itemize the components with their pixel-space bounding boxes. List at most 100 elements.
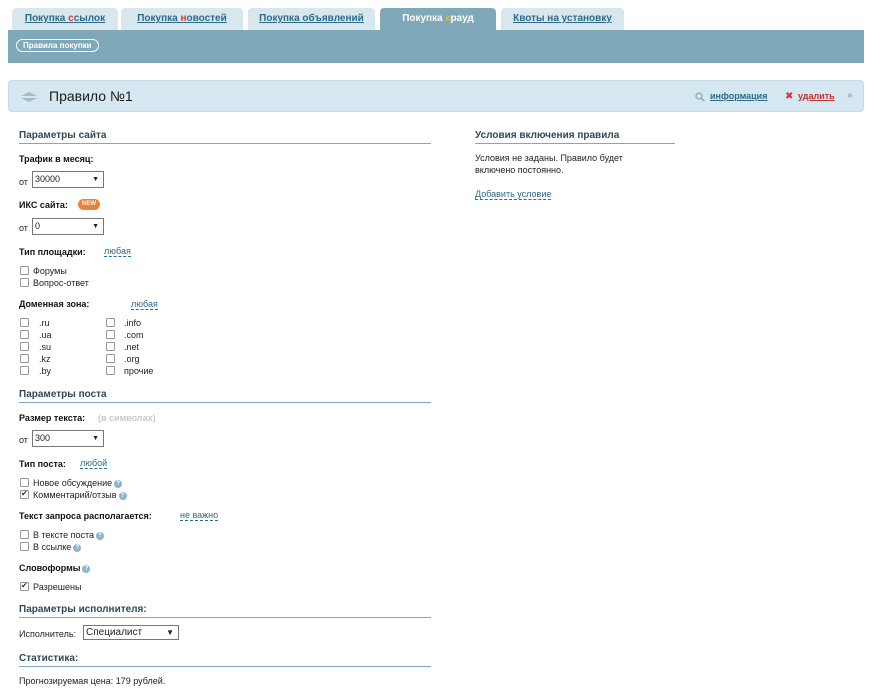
domain-net-checkbox[interactable] [106, 342, 115, 351]
domain-org-checkbox[interactable] [106, 354, 115, 363]
post-params-section-title: Параметры поста [19, 389, 431, 403]
domain-ru-checkbox[interactable] [20, 318, 29, 327]
platform-forums-checkbox[interactable] [20, 266, 29, 275]
forecast-price-text: Прогнозируемая цена: 179 рублей. [19, 676, 166, 686]
help-icon[interactable]: ? [118, 492, 127, 500]
domain-kz-checkbox[interactable] [20, 354, 29, 363]
help-icon[interactable]: ? [82, 565, 91, 573]
help-icon[interactable]: ? [73, 544, 82, 552]
conditions-text-line1: Условия не заданы. Правило будет [475, 153, 623, 163]
tab-label: овостей [186, 13, 227, 24]
wordforms-allowed-checkbox[interactable] [20, 581, 29, 591]
post-type-option: Новое обсуждение? [33, 478, 123, 488]
tab-buy-links[interactable]: Покупка ссылок [12, 8, 118, 30]
domain-su-checkbox[interactable] [20, 342, 29, 351]
domain-by-checkbox[interactable] [20, 366, 29, 375]
text-size-label: Размер текста: [19, 413, 86, 423]
sub-toolbar: Правила покупки [8, 30, 864, 63]
tab-label: Покупка [402, 13, 446, 24]
stats-section-title: Статистика: [19, 653, 431, 667]
domain-other-checkbox[interactable] [106, 366, 115, 375]
domain-label: .com [124, 330, 144, 340]
query-place-option: В ссылке? [33, 542, 82, 552]
from-label: от [19, 223, 28, 233]
domain-label: прочие [124, 366, 154, 376]
tab-buy-news[interactable]: Покупка новостей [121, 8, 243, 30]
wordforms-option-label: Разрешены [33, 582, 82, 592]
tab-buy-ads[interactable]: Покупка объявлений [248, 8, 375, 30]
query-any-link[interactable]: не важно [180, 510, 219, 521]
help-icon[interactable]: ? [114, 480, 123, 488]
domain-ua-checkbox[interactable] [20, 330, 29, 339]
help-icon[interactable]: ? [96, 532, 105, 540]
iks-select[interactable]: 0 ▼ [32, 218, 104, 235]
domain-com-checkbox[interactable] [106, 330, 115, 339]
site-params-section-title: Параметры сайта [19, 130, 431, 144]
new-badge: NEW [78, 199, 100, 210]
post-type-comment-checkbox[interactable] [20, 489, 29, 499]
tab-label: рауд [450, 13, 474, 24]
delete-link[interactable]: удалить [798, 91, 835, 101]
traffic-select-value: 30000 [35, 174, 61, 184]
conditions-section-title: Условия включения правила [475, 130, 675, 144]
executor-section-title: Параметры исполнителя: [19, 604, 431, 618]
search-icon [695, 92, 705, 102]
info-link[interactable]: информация [710, 91, 767, 101]
query-place-label: В тексте поста [33, 530, 95, 540]
purchase-rules-button[interactable]: Правила покупки [16, 39, 99, 52]
platform-any-link[interactable]: любая [104, 246, 131, 257]
query-in-link-checkbox[interactable] [20, 542, 29, 551]
platform-option-label: Форумы [33, 266, 67, 276]
rule-title: Правило №1 [49, 88, 133, 104]
post-type-any-link[interactable]: любой [80, 458, 108, 469]
wordforms-label-text: Словоформы [19, 563, 81, 573]
dropdown-arrow-icon: ▼ [166, 628, 174, 637]
text-size-hint: (в символах) [98, 413, 156, 423]
add-condition-link[interactable]: Добавить условие [475, 189, 552, 200]
domain-label: .ru [39, 318, 50, 328]
tab-label: Покупка объявлений [259, 13, 364, 24]
platform-option-label: Вопрос-ответ [33, 278, 89, 288]
domain-info-checkbox[interactable] [106, 318, 115, 327]
delete-icon: ✖ [785, 91, 794, 102]
tab-label: сылок [73, 13, 106, 24]
tab-install-quotas[interactable]: Квоты на установку [501, 8, 624, 30]
expand-icon[interactable]: » [847, 90, 853, 101]
from-label: от [19, 435, 28, 445]
post-type-new-discussion-checkbox[interactable] [20, 478, 29, 487]
wordforms-label: Словоформы? [19, 563, 91, 573]
post-type-option-label: Новое обсуждение [33, 478, 113, 488]
conditions-text-line2: включено постоянно. [475, 165, 564, 175]
dropdown-arrow-icon: ▼ [92, 176, 99, 183]
platform-type-label: Тип площадки: [19, 247, 86, 257]
platform-qa-checkbox[interactable] [20, 278, 29, 287]
domain-label: .info [124, 318, 142, 328]
query-place-option: В тексте поста? [33, 530, 105, 540]
domain-label: .kz [39, 354, 51, 364]
executor-label: Исполнитель: [19, 629, 77, 639]
text-size-select-value: 300 [35, 433, 51, 443]
tab-label: Покупка [137, 13, 181, 24]
tab-label: Квоты на установку [513, 13, 612, 24]
traffic-select[interactable]: 30000 ▼ [32, 171, 104, 188]
domain-any-link[interactable]: любая [131, 299, 158, 310]
tab-buy-crowd[interactable]: Покупка крауд [380, 8, 496, 30]
iks-label: ИКС сайта: [19, 200, 68, 210]
drag-handle-icon[interactable] [20, 92, 38, 102]
tab-label: Покупка [24, 13, 69, 24]
text-size-select[interactable]: 300 ▼ [32, 430, 104, 447]
query-place-label: В ссылке [33, 542, 72, 552]
from-label: от [19, 177, 28, 187]
post-type-option-label: Комментарий/отзыв [33, 490, 117, 500]
domain-zone-label: Доменная зона: [19, 299, 90, 309]
dropdown-arrow-icon: ▼ [92, 435, 99, 442]
query-in-post-checkbox[interactable] [20, 530, 29, 539]
domain-label: .org [124, 354, 140, 364]
domain-label: .ua [39, 330, 52, 340]
post-type-option: Комментарий/отзыв? [33, 490, 127, 500]
domain-label: .su [39, 342, 52, 352]
executor-select[interactable]: Специалист ▼ [83, 625, 179, 640]
executor-select-value: Специалист [86, 627, 143, 638]
traffic-label: Трафик в месяц: [19, 154, 94, 164]
domain-label: .by [39, 366, 52, 376]
